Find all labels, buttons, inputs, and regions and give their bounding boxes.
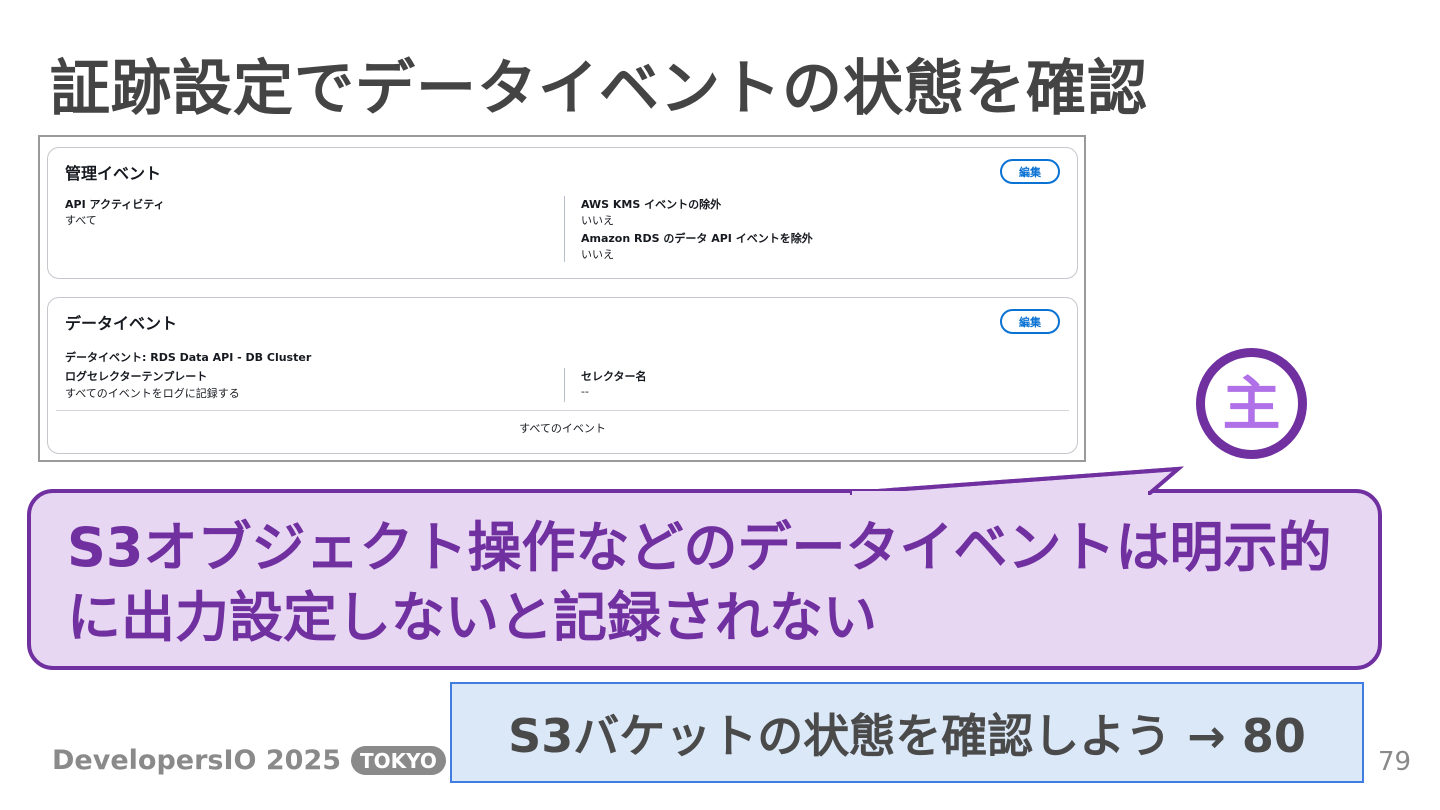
rds-exclude-label: Amazon RDS のデータ API イベントを除外: [581, 232, 813, 245]
kms-exclude-label: AWS KMS イベントの除外: [581, 198, 722, 211]
rds-exclude-value: いいえ: [581, 248, 614, 261]
column-divider: [564, 196, 565, 262]
log-selector-template-label: ログセレクターテンプレート: [65, 370, 208, 383]
management-events-edit-button[interactable]: 編集: [1000, 159, 1060, 184]
selector-name-label: セレクター名: [581, 370, 647, 383]
next-step-box: S3バケットの状態を確認しよう → 80: [450, 682, 1364, 783]
callout-text: S3オブジェクト操作などのデータイベントは明示的に出力設定しないと記録されない: [67, 516, 1332, 649]
brand-logo: DevelopersIO 2025 TOKYO: [52, 745, 446, 776]
api-activity-value: すべて: [65, 214, 97, 227]
management-events-heading: 管理イベント: [65, 164, 162, 183]
column-divider: [564, 368, 565, 402]
data-events-edit-button[interactable]: 編集: [1000, 309, 1060, 334]
management-events-panel: 管理イベント 編集 API アクティビティ すべて AWS KMS イベントの除…: [47, 147, 1078, 279]
data-event-source: データイベント: RDS Data API - DB Cluster: [65, 351, 312, 364]
callout-bubble: S3オブジェクト操作などのデータイベントは明示的に出力設定しないと記録されない: [27, 489, 1382, 670]
data-events-heading: データイベント: [65, 314, 178, 333]
brand-name: DevelopersIO 2025: [52, 745, 342, 776]
kms-exclude-value: いいえ: [581, 214, 614, 227]
log-selector-template-value: すべてのイベントをログに記録する: [65, 387, 240, 400]
all-events-row[interactable]: すべてのイベント: [48, 420, 1077, 436]
next-step-text: S3バケットの状態を確認しよう → 80: [508, 708, 1306, 763]
data-events-panel: データイベント 編集 データイベント: RDS Data API - DB Cl…: [47, 297, 1078, 454]
speaker-mark-char: 主: [1222, 369, 1281, 438]
console-screenshot: 管理イベント 編集 API アクティビティ すべて AWS KMS イベントの除…: [38, 135, 1086, 462]
section-divider: [56, 410, 1069, 411]
page-number: 79: [1378, 747, 1412, 777]
speaker-mark-icon: 主: [1196, 348, 1307, 459]
brand-badge: TOKYO: [351, 746, 446, 775]
api-activity-label: API アクティビティ: [65, 198, 165, 211]
selector-name-value: --: [581, 385, 589, 398]
slide-title: 証跡設定でデータイベントの状態を確認: [50, 54, 1148, 124]
